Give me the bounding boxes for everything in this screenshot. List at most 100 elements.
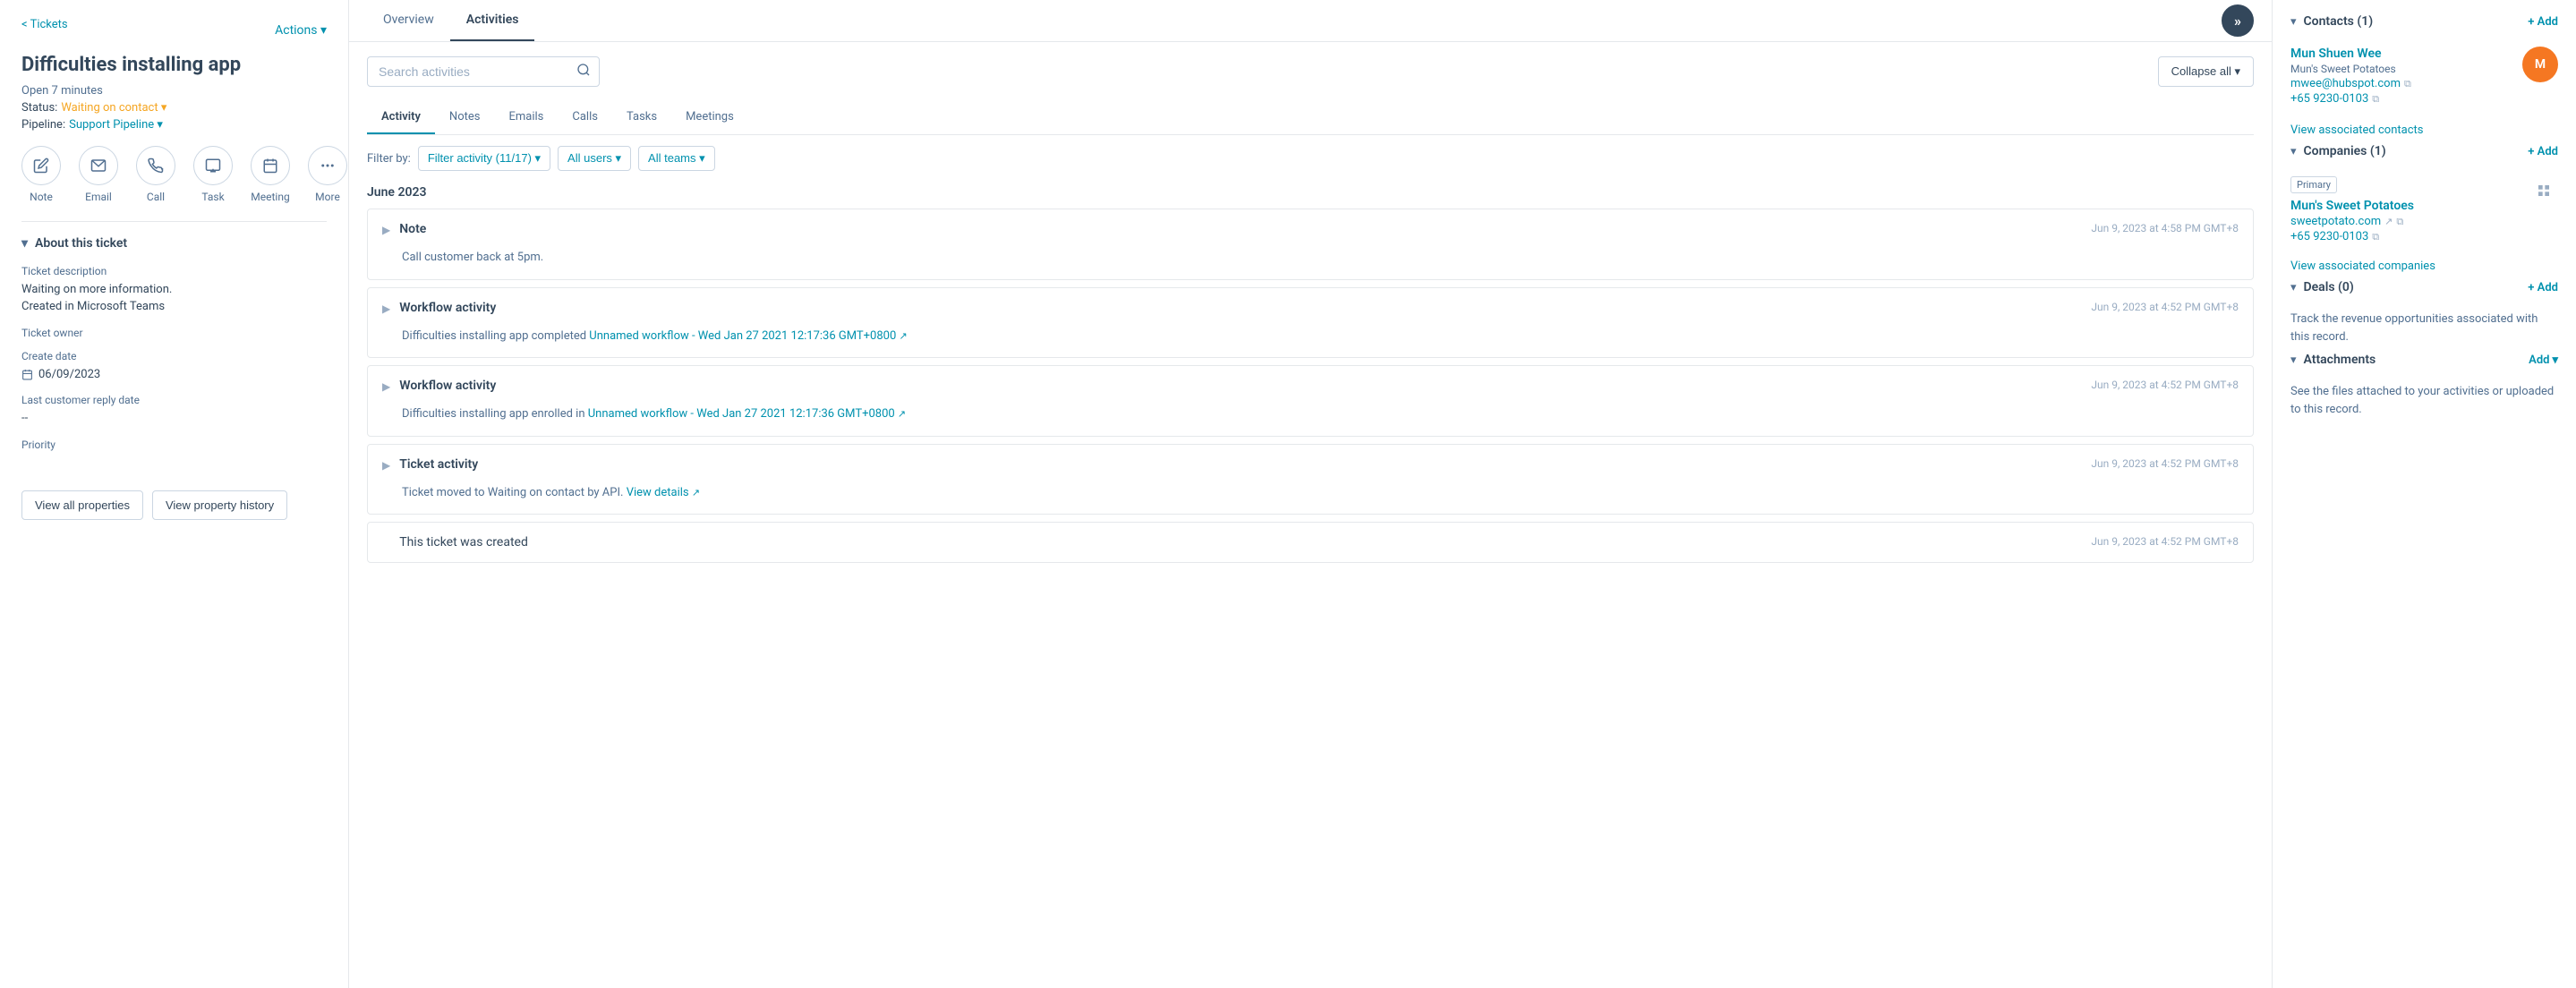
create-date-value: 06/09/2023 (21, 366, 327, 384)
filter-label: Filter by: (367, 152, 411, 166)
expand-btn[interactable]: » (2222, 4, 2254, 37)
attachments-chevron-icon[interactable]: ▾ (2290, 353, 2297, 367)
footer-buttons: View all properties View property histor… (21, 476, 327, 520)
contact-name[interactable]: Mun Shuen Wee (2290, 47, 2512, 61)
deals-header: ▾ Deals (0) + Add (2290, 280, 2558, 303)
call-label: Call (147, 191, 165, 203)
filter-users-btn[interactable]: All users ▾ (558, 146, 631, 171)
contacts-chevron-icon[interactable]: ▾ (2290, 15, 2297, 29)
task-label: Task (201, 191, 224, 203)
search-bar: Collapse all ▾ (367, 56, 2254, 87)
activity-workflow1-header[interactable]: ▶ Workflow activity Jun 9, 2023 at 4:52 … (368, 288, 2253, 328)
search-input[interactable] (367, 56, 600, 87)
left-sidebar: < Tickets Actions ▾ Difficulties install… (0, 0, 349, 988)
search-icon (576, 63, 591, 81)
collapse-all-btn[interactable]: Collapse all ▾ (2158, 56, 2254, 87)
search-input-wrap (367, 56, 600, 87)
activity-workflow2-title: Workflow activity (399, 379, 2082, 393)
actions-btn[interactable]: Actions ▾ (275, 23, 327, 38)
copy-phone-icon[interactable]: ⧉ (2372, 93, 2379, 106)
activity-item-workflow2: ▶ Workflow activity Jun 9, 2023 at 4:52 … (367, 365, 2254, 437)
attachments-add-btn[interactable]: Add ▾ (2529, 353, 2558, 367)
sub-tab-activity[interactable]: Activity (367, 101, 435, 134)
note-label: Note (30, 191, 53, 203)
company-actions-btn[interactable] (2529, 176, 2558, 205)
create-date-label: Create date (21, 350, 327, 362)
view-associated-companies-link[interactable]: View associated companies (2290, 252, 2558, 280)
sub-tab-notes[interactable]: Notes (435, 101, 495, 134)
more-action[interactable]: More (308, 146, 347, 203)
filter-teams-btn[interactable]: All teams ▾ (638, 146, 715, 171)
owner-label: Ticket owner (21, 327, 327, 339)
activity-item-workflow1: ▶ Workflow activity Jun 9, 2023 at 4:52 … (367, 287, 2254, 359)
sub-tab-emails[interactable]: Emails (494, 101, 558, 134)
email-action[interactable]: Email (79, 146, 118, 203)
company-url[interactable]: sweetpotato.com ↗ ⧉ (2290, 215, 2522, 228)
status-value[interactable]: Waiting on contact ▾ (61, 101, 166, 115)
activity-created-header[interactable]: ▶ This ticket was created Jun 9, 2023 at… (368, 523, 2253, 562)
note-action[interactable]: Note (21, 146, 61, 203)
ticket-view-details-link[interactable]: View details (627, 486, 689, 499)
sub-tab-tasks[interactable]: Tasks (612, 101, 671, 134)
contacts-add-btn[interactable]: + Add (2528, 15, 2558, 29)
main-content: Overview Activities » Collapse all ▾ Act… (349, 0, 2272, 988)
meeting-action[interactable]: Meeting (251, 146, 290, 203)
view-all-properties-btn[interactable]: View all properties (21, 490, 143, 520)
about-header[interactable]: ▾ About this ticket (21, 236, 327, 251)
attachments-section: ▾ Attachments Add ▾ See the files attach… (2290, 353, 2558, 425)
task-icon (193, 146, 233, 185)
desc-label: Ticket description (21, 265, 327, 277)
activity-ticket-header[interactable]: ▶ Ticket activity Jun 9, 2023 at 4:52 PM… (368, 445, 2253, 484)
sub-tab-calls[interactable]: Calls (558, 101, 612, 134)
pipeline-value[interactable]: Support Pipeline ▾ (69, 118, 163, 132)
copy-url-icon[interactable]: ⧉ (2396, 216, 2403, 228)
workflow1-link[interactable]: Unnamed workflow - Wed Jan 27 2021 12:17… (589, 329, 896, 343)
companies-chevron-icon[interactable]: ▾ (2290, 145, 2297, 158)
contacts-header: ▾ Contacts (1) + Add (2290, 14, 2558, 38)
activity-item-note: ▶ Note Jun 9, 2023 at 4:58 PM GMT+8 Call… (367, 209, 2254, 280)
copy-company-phone-icon[interactable]: ⧉ (2372, 231, 2379, 243)
contact-company: Mun's Sweet Potatoes (2290, 63, 2512, 75)
copy-email-icon[interactable]: ⧉ (2404, 78, 2411, 90)
meeting-icon (251, 146, 290, 185)
attachments-description: See the files attached to your activitie… (2290, 376, 2558, 425)
more-label: More (315, 191, 340, 203)
view-property-history-btn[interactable]: View property history (152, 490, 287, 520)
filter-activity-btn[interactable]: Filter activity (11/17) ▾ (418, 146, 550, 171)
ext-link-icon: ↗ (899, 330, 907, 342)
deals-section: ▾ Deals (0) + Add Track the revenue oppo… (2290, 280, 2558, 353)
activity-workflow1-timestamp: Jun 9, 2023 at 4:52 PM GMT+8 (2091, 301, 2239, 313)
contact-info: Mun Shuen Wee Mun's Sweet Potatoes mwee@… (2290, 47, 2512, 107)
sub-tab-meetings[interactable]: Meetings (671, 101, 748, 134)
back-link[interactable]: < Tickets (21, 18, 68, 31)
call-icon (136, 146, 175, 185)
call-action[interactable]: Call (136, 146, 175, 203)
companies-header: ▾ Companies (1) + Add (2290, 144, 2558, 167)
company-card: Primary Mun's Sweet Potatoes sweetpotato… (2290, 167, 2558, 252)
open-time: Open 7 minutes (21, 84, 327, 98)
tab-activities[interactable]: Activities (450, 0, 535, 41)
activities-content: Collapse all ▾ Activity Notes Emails Cal… (349, 42, 2272, 988)
pipeline-line: Pipeline: Support Pipeline ▾ (21, 118, 327, 132)
more-icon (308, 146, 347, 185)
contact-email[interactable]: mwee@hubspot.com ⧉ (2290, 77, 2512, 90)
about-section: ▾ About this ticket Ticket description W… (21, 221, 327, 455)
activity-workflow2-header[interactable]: ▶ Workflow activity Jun 9, 2023 at 4:52 … (368, 366, 2253, 405)
deals-chevron-icon[interactable]: ▾ (2290, 281, 2297, 294)
activity-workflow1-body: Difficulties installing app completed Un… (368, 328, 2253, 358)
workflow2-link[interactable]: Unnamed workflow - Wed Jan 27 2021 12:17… (588, 407, 895, 421)
company-name[interactable]: Mun's Sweet Potatoes (2290, 199, 2522, 213)
main-tabs-bar: Overview Activities » (349, 0, 2272, 42)
companies-add-btn[interactable]: + Add (2528, 145, 2558, 158)
contact-phone[interactable]: +65 9230-0103 ⧉ (2290, 92, 2512, 106)
companies-title: Companies (1) (2304, 144, 2521, 158)
activity-note-header[interactable]: ▶ Note Jun 9, 2023 at 4:58 PM GMT+8 (368, 209, 2253, 249)
date-group-header: June 2023 (367, 185, 2254, 200)
deals-add-btn[interactable]: + Add (2528, 281, 2558, 294)
company-phone[interactable]: +65 9230-0103 ⧉ (2290, 230, 2522, 243)
tab-overview[interactable]: Overview (367, 0, 450, 41)
task-action[interactable]: Task (193, 146, 233, 203)
contact-avatar: M (2522, 47, 2558, 82)
chevron-down-icon: ▾ (2552, 353, 2558, 367)
view-associated-contacts-link[interactable]: View associated contacts (2290, 116, 2558, 144)
